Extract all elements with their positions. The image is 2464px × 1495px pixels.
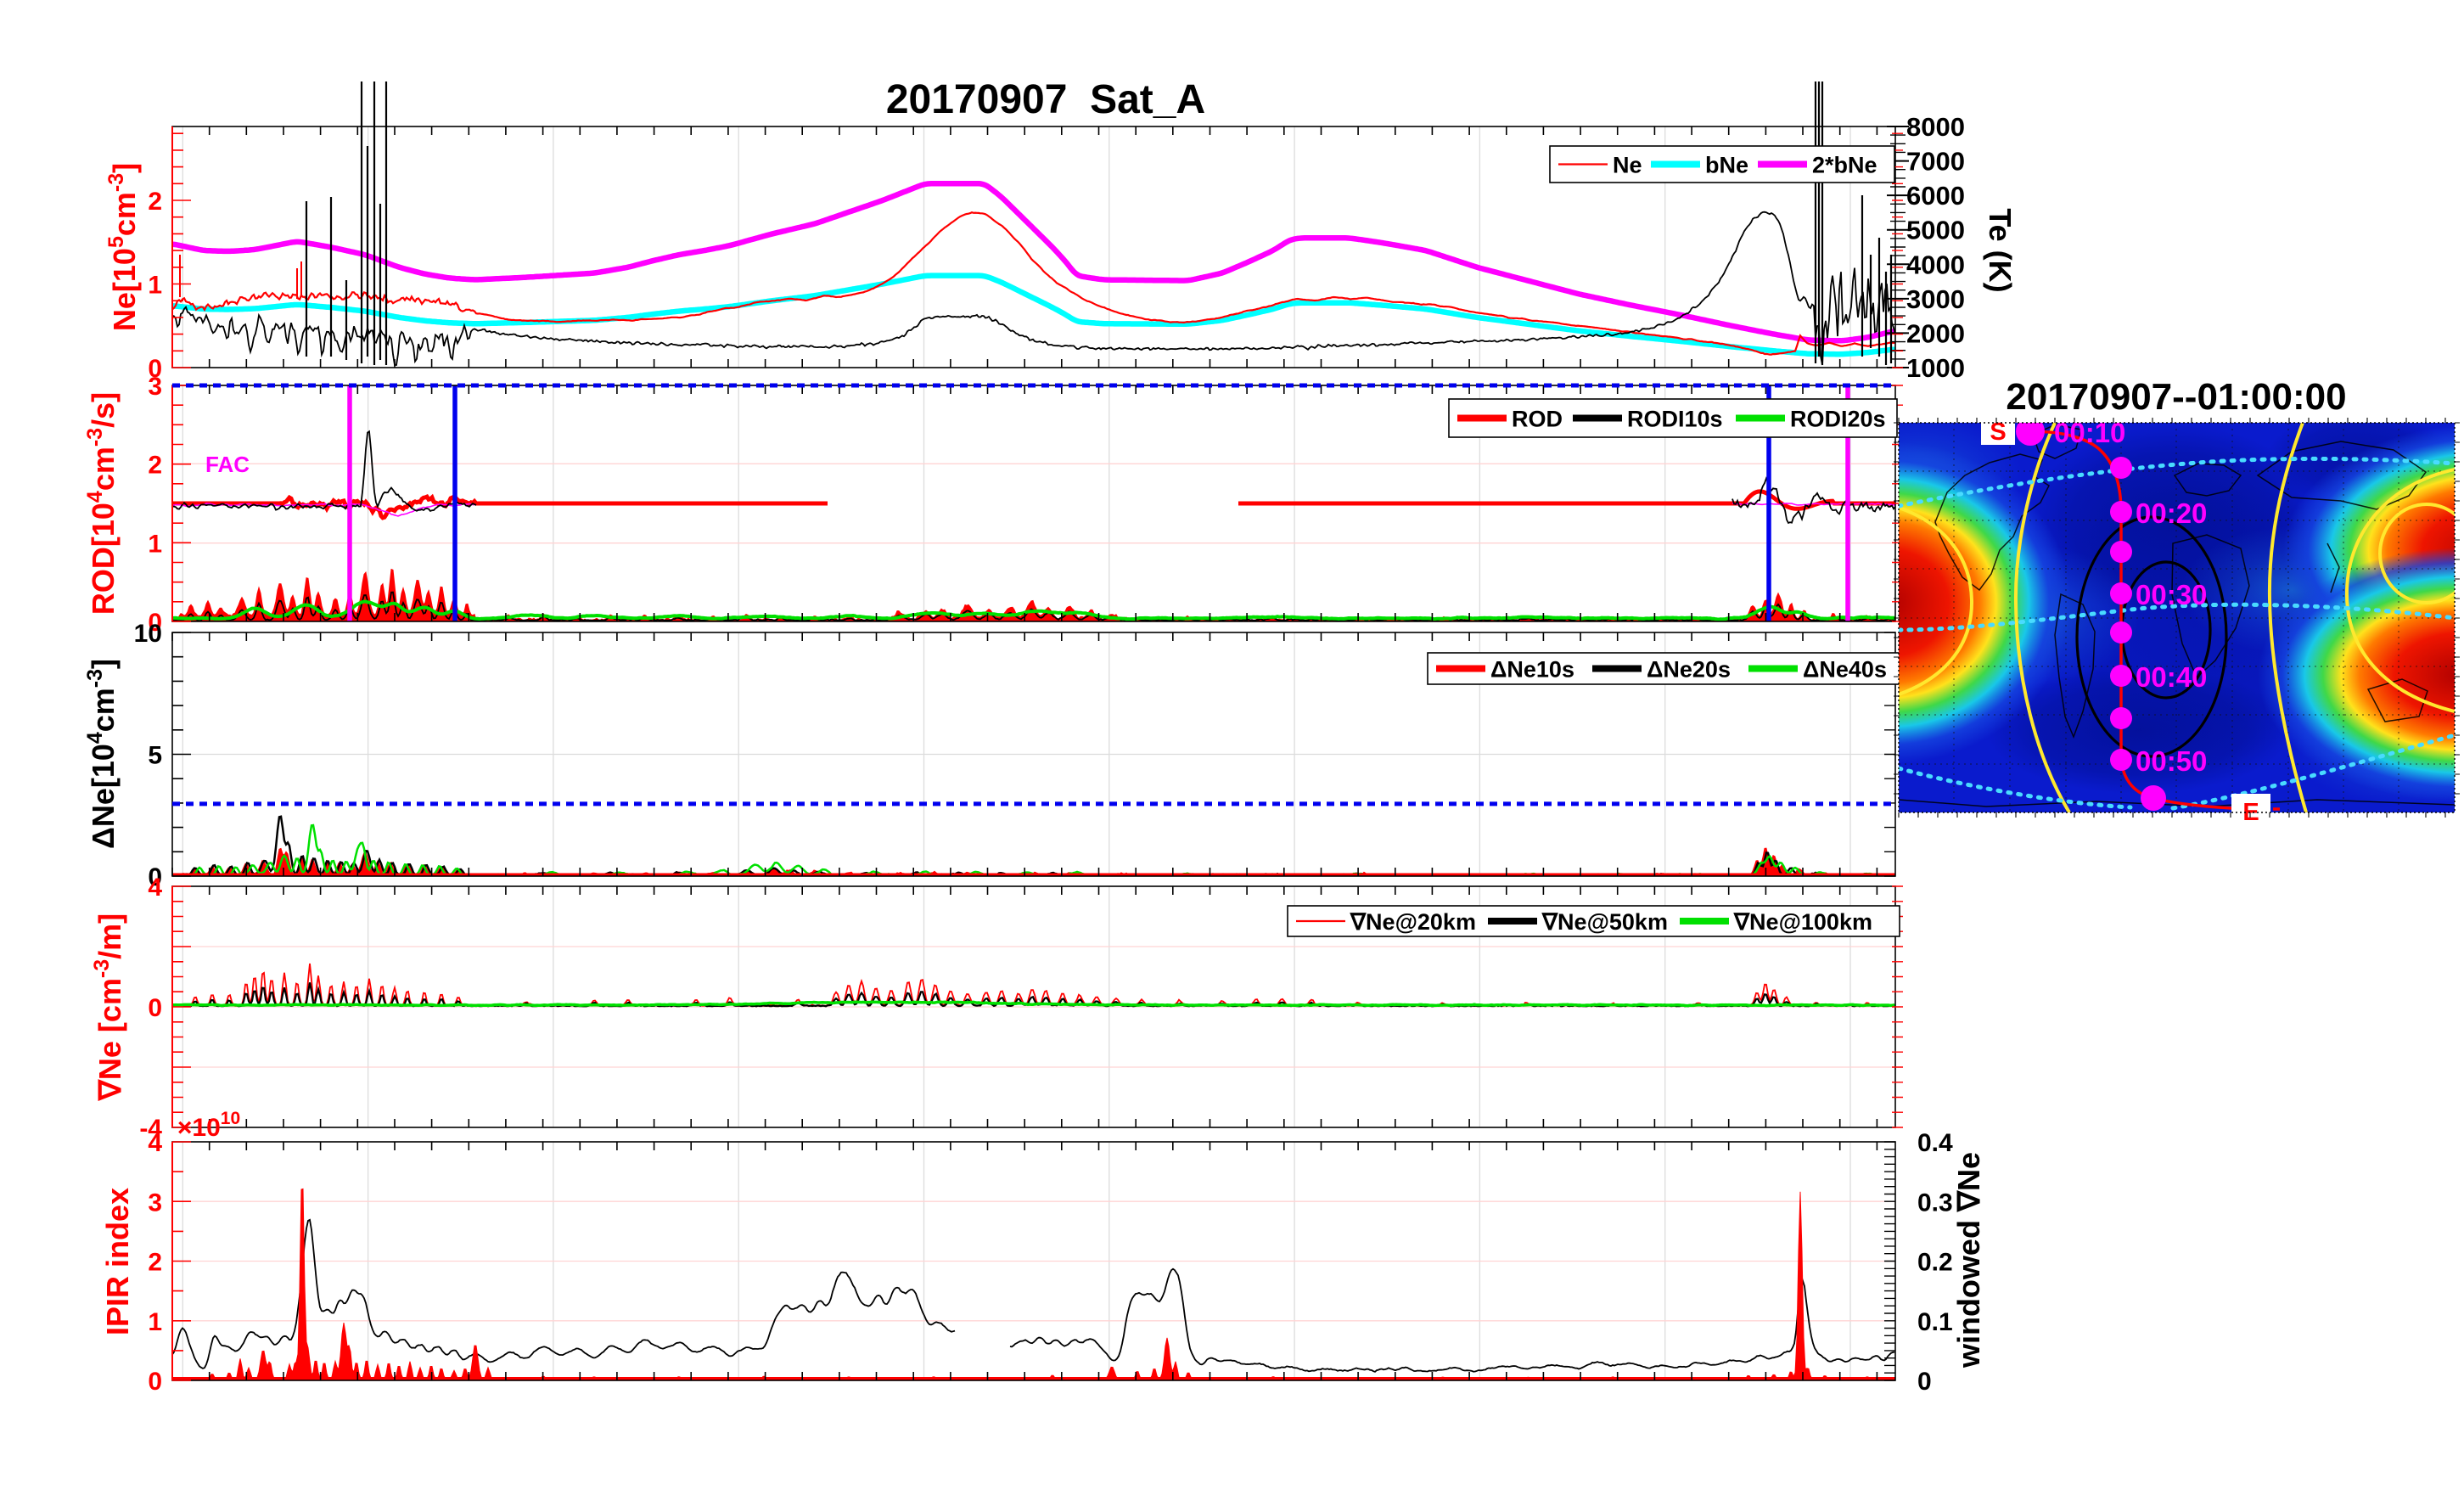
svg-text:IPIR index: IPIR index: [100, 1188, 135, 1335]
svg-text:∇Ne@100km: ∇Ne@100km: [1733, 909, 1872, 935]
svg-text:00:20: 00:20: [2136, 497, 2207, 529]
svg-text:Ne: Ne: [1613, 153, 1642, 178]
svg-text:ΔNe10s: ΔNe10s: [1490, 657, 1574, 683]
svg-text:4: 4: [148, 1129, 162, 1157]
svg-text:2000: 2000: [1906, 318, 1965, 348]
svg-text:2*bNe: 2*bNe: [1812, 153, 1877, 178]
svg-text:FAC: FAC: [205, 452, 250, 477]
svg-text:7000: 7000: [1906, 147, 1965, 177]
svg-text:bNe: bNe: [1705, 153, 1748, 178]
svg-text:0.3: 0.3: [1917, 1189, 1953, 1217]
svg-text:0.4: 0.4: [1917, 1129, 1953, 1157]
svg-text:20170907 Sat_A: 20170907 Sat_A: [886, 77, 1205, 122]
svg-text:6000: 6000: [1906, 181, 1965, 211]
svg-text:20170907--01:00:00: 20170907--01:00:00: [2006, 376, 2346, 418]
svg-text:1: 1: [148, 272, 162, 300]
svg-text:5000: 5000: [1906, 216, 1965, 245]
svg-text:8000: 8000: [1906, 112, 1965, 142]
svg-text:ΔNe40s: ΔNe40s: [1803, 657, 1887, 683]
svg-text:ROD[104​cm-3​/s]: ROD[104​cm-3​/s]: [83, 392, 121, 615]
svg-text:00:40: 00:40: [2136, 661, 2207, 693]
svg-text:1: 1: [148, 1308, 162, 1336]
svg-text:3: 3: [148, 1189, 162, 1217]
svg-text:2: 2: [148, 452, 162, 480]
svg-text:RODI20s: RODI20s: [1790, 407, 1886, 432]
svg-text:4: 4: [148, 874, 162, 902]
svg-text:1: 1: [148, 530, 162, 558]
svg-text:0: 0: [1917, 1368, 1932, 1396]
svg-text:00:50: 00:50: [2136, 745, 2207, 777]
svg-text:2: 2: [148, 1249, 162, 1277]
svg-text:3000: 3000: [1906, 284, 1965, 314]
svg-text:0: 0: [148, 1368, 162, 1396]
svg-text:∇Ne@50km: ∇Ne@50km: [1541, 909, 1668, 935]
svg-text:00:30: 00:30: [2136, 579, 2207, 610]
svg-text:0: 0: [148, 994, 162, 1022]
svg-text:∇Ne@20km: ∇Ne@20km: [1350, 909, 1476, 935]
svg-text:windowed ∇Ne: windowed ∇Ne: [1951, 1152, 1986, 1369]
svg-text:2: 2: [148, 188, 162, 216]
svg-text:Te (K): Te (K): [1983, 208, 2018, 292]
svg-text:5: 5: [148, 742, 162, 770]
svg-text:1000: 1000: [1906, 353, 1965, 383]
svg-text:∇Ne [cm-3​/m]: ∇Ne [cm-3​/m]: [90, 913, 127, 1101]
svg-text:RODI10s: RODI10s: [1627, 407, 1723, 432]
svg-text:0.2: 0.2: [1917, 1249, 1953, 1277]
svg-text:10: 10: [134, 620, 162, 648]
svg-text:ΔNe20s: ΔNe20s: [1647, 657, 1731, 683]
svg-text:3: 3: [148, 373, 162, 401]
svg-text:ROD: ROD: [1512, 407, 1563, 432]
svg-text:4000: 4000: [1906, 250, 1965, 279]
svg-text:0.1: 0.1: [1917, 1308, 1953, 1336]
